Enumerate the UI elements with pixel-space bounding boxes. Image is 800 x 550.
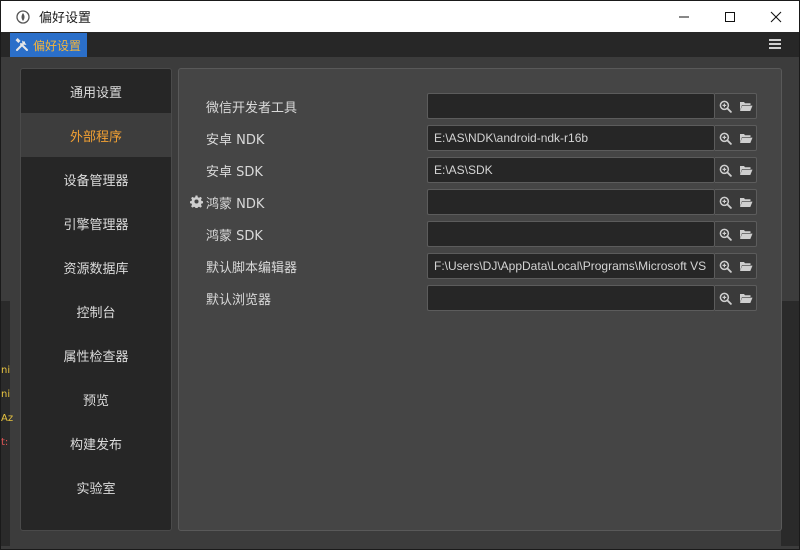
sidebar-item-engine-manager[interactable]: 引擎管理器 xyxy=(21,201,171,245)
path-actions xyxy=(715,157,757,183)
setting-label: 默认脚本编辑器 xyxy=(206,261,298,276)
window-titlebar[interactable]: 偏好设置 xyxy=(1,1,799,32)
minimize-button[interactable] xyxy=(661,1,707,32)
bg-text: ni xyxy=(1,365,11,376)
sidebar-item-preview[interactable]: 预览 xyxy=(21,377,171,421)
path-input[interactable] xyxy=(427,93,715,119)
app-logo-icon xyxy=(15,9,31,25)
path-input[interactable] xyxy=(427,125,715,151)
path-actions xyxy=(715,285,757,311)
minimize-icon xyxy=(679,16,689,17)
search-zoom-icon[interactable] xyxy=(717,162,733,178)
folder-open-icon[interactable] xyxy=(738,290,754,306)
background-editor-fragment xyxy=(781,301,799,546)
tab-label: 偏好设置 xyxy=(33,38,82,53)
folder-open-icon[interactable] xyxy=(738,226,754,242)
path-actions xyxy=(715,189,757,215)
setting-row-4: 鸿蒙 SDK xyxy=(179,218,783,250)
window-controls xyxy=(661,1,799,32)
setting-row-3: 鸿蒙 NDK xyxy=(179,186,783,218)
panel-menu-icon[interactable] xyxy=(769,37,781,51)
folder-open-icon[interactable] xyxy=(738,162,754,178)
sidebar-item-lab[interactable]: 实验室 xyxy=(21,465,171,509)
background-console-fragment: ni ni Az t: xyxy=(1,301,14,546)
close-button[interactable] xyxy=(753,1,799,32)
bg-text: Az xyxy=(1,413,14,424)
sidebar-item-inspector[interactable]: 属性检查器 xyxy=(21,333,171,377)
path-input[interactable] xyxy=(427,221,715,247)
search-zoom-icon[interactable] xyxy=(717,98,733,114)
setting-label: 默认浏览器 xyxy=(206,293,272,308)
path-actions xyxy=(715,93,757,119)
maximize-icon xyxy=(725,11,735,22)
maximize-button[interactable] xyxy=(707,1,753,32)
folder-open-icon[interactable] xyxy=(738,194,754,210)
path-input[interactable] xyxy=(427,285,715,311)
setting-label: 安卓 NDK xyxy=(206,133,265,148)
folder-open-icon[interactable] xyxy=(738,98,754,114)
sidebar-item-device-manager[interactable]: 设备管理器 xyxy=(21,157,171,201)
external-programs-panel: 微信开发者工具 安卓 NDK E:\AS\NDK\android-ndk-r16… xyxy=(178,68,782,531)
window-title: 偏好设置 xyxy=(39,11,92,26)
preferences-window: 偏好设置 偏好设置 ni ni Az t: 通用设置 外部程序 设备管理器 引擎… xyxy=(0,0,800,550)
folder-open-icon[interactable] xyxy=(738,258,754,274)
bg-text: t: xyxy=(1,437,9,448)
sidebar-item-console[interactable]: 控制台 xyxy=(21,289,171,333)
path-actions xyxy=(715,125,757,151)
path-input[interactable] xyxy=(427,189,715,215)
setting-label: 鸿蒙 SDK xyxy=(206,229,263,244)
search-zoom-icon[interactable] xyxy=(717,290,733,306)
path-input[interactable] xyxy=(427,157,715,183)
sidebar-item-external-programs[interactable]: 外部程序 xyxy=(21,113,171,157)
setting-row-5: 默认脚本编辑器 xyxy=(179,250,783,282)
setting-row-0: 微信开发者工具 xyxy=(179,90,783,122)
search-zoom-icon[interactable] xyxy=(717,226,733,242)
setting-label: 安卓 SDK xyxy=(206,165,263,180)
bg-text: ni xyxy=(1,389,11,400)
tab-preferences[interactable]: 偏好设置 xyxy=(10,33,88,57)
search-zoom-icon[interactable] xyxy=(717,130,733,146)
tools-icon xyxy=(15,38,29,52)
setting-label: 鸿蒙 NDK xyxy=(206,197,265,212)
close-icon xyxy=(770,11,782,22)
path-actions xyxy=(715,253,757,279)
sidebar-item-asset-db[interactable]: 资源数据库 xyxy=(21,245,171,289)
gear-icon xyxy=(189,194,203,208)
folder-open-icon[interactable] xyxy=(738,130,754,146)
setting-row-6: 默认浏览器 xyxy=(179,282,783,314)
sidebar-item-general[interactable]: 通用设置 xyxy=(21,69,171,113)
setting-row-1: 安卓 NDK xyxy=(179,122,783,154)
search-zoom-icon[interactable] xyxy=(717,194,733,210)
setting-label: 微信开发者工具 xyxy=(206,101,298,116)
setting-row-2: 安卓 SDK xyxy=(179,154,783,186)
preferences-sidebar: 通用设置 外部程序 设备管理器 引擎管理器 资源数据库 控制台 属性检查器 预览… xyxy=(20,68,172,531)
path-input[interactable] xyxy=(427,253,715,279)
sidebar-item-build[interactable]: 构建发布 xyxy=(21,421,171,465)
panel-tabbar: 偏好设置 xyxy=(1,32,799,57)
path-actions xyxy=(715,221,757,247)
search-zoom-icon[interactable] xyxy=(717,258,733,274)
